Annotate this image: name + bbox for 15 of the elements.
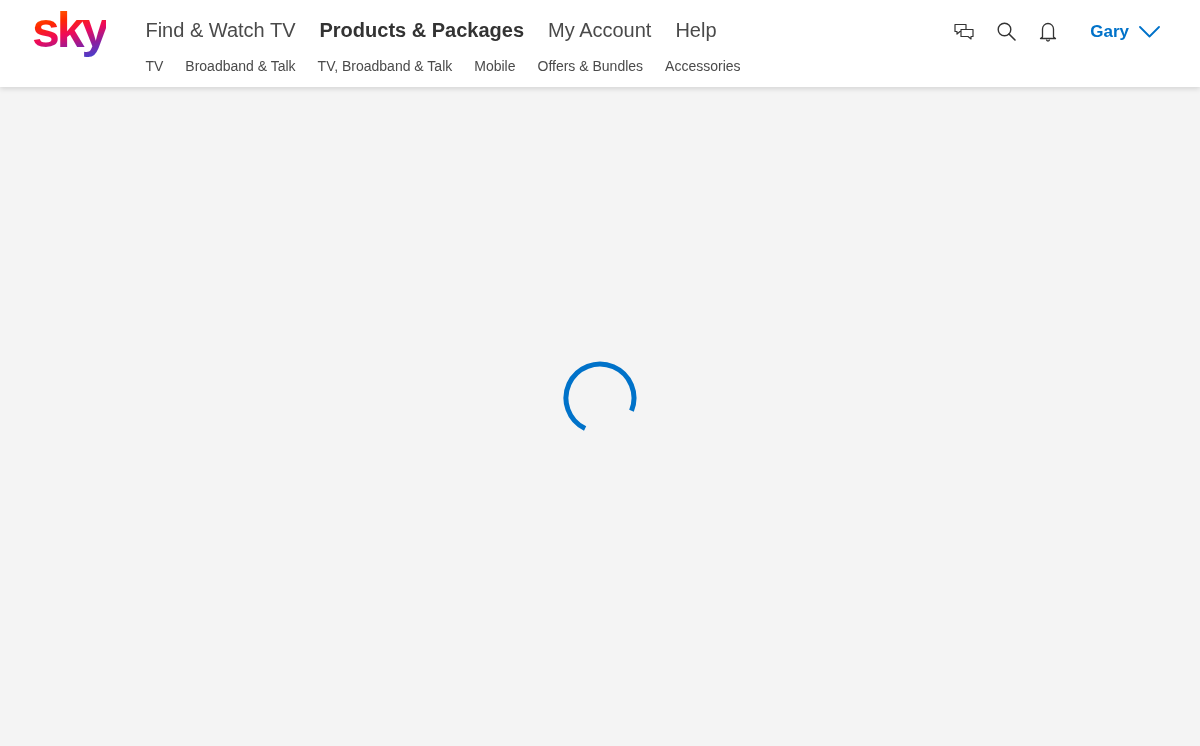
- sub-nav-link[interactable]: Accessories: [665, 57, 741, 75]
- bell-icon[interactable]: [1039, 21, 1058, 42]
- main-nav-link[interactable]: My Account: [548, 17, 652, 43]
- sub-nav-link[interactable]: TV, Broadband & Talk: [317, 57, 453, 75]
- search-icon[interactable]: [997, 22, 1017, 41]
- main-nav-link[interactable]: Products & Packages: [319, 17, 525, 43]
- main-nav-link[interactable]: Find & Watch TV: [145, 17, 296, 43]
- user-menu-button[interactable]: Gary: [1090, 21, 1160, 42]
- sub-nav-link[interactable]: TV: [145, 57, 164, 75]
- sub-nav-link[interactable]: Broadband & Talk: [185, 57, 296, 75]
- sub-nav-link[interactable]: Offers & Bundles: [537, 57, 644, 75]
- chevron-down-icon: [1139, 25, 1160, 38]
- chat-icon[interactable]: [954, 22, 975, 41]
- main-nav-link[interactable]: Help: [675, 17, 717, 43]
- sub-nav-link[interactable]: Mobile: [474, 57, 516, 75]
